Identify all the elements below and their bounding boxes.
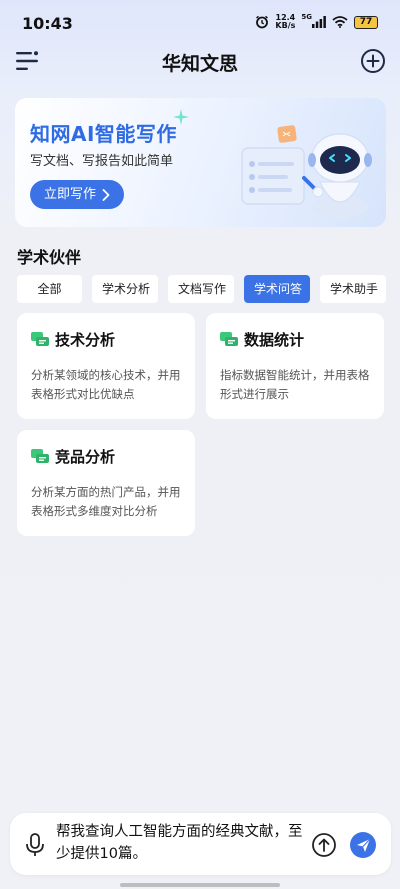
card-data-statistics[interactable]: 数据统计 指标数据智能统计，并用表格形式进行展示: [206, 313, 384, 419]
card-description: 指标数据智能统计，并用表格形式进行展示: [220, 368, 370, 401]
app-header: 华知文思: [0, 44, 400, 80]
section-title: 学术伙伴: [17, 248, 82, 267]
home-indicator: [120, 883, 280, 887]
write-now-button[interactable]: 立即写作: [30, 180, 125, 209]
chat-bubbles-icon: [31, 331, 49, 346]
card-description: 分析某方面的热门产品，并用表格形式多维度对比分析: [31, 485, 181, 518]
category-tabs: 全部 学术分析 文档写作 学术问答 学术助手: [17, 275, 386, 303]
network-type: 5G: [301, 13, 312, 21]
card-description: 分析某领域的核心技术，并用表格形式对比优缺点: [31, 368, 181, 401]
status-icons: 12.4 KB/s 5G 77: [255, 13, 378, 30]
chat-bubbles-icon: [220, 331, 238, 346]
card-title: 数据统计: [244, 331, 305, 349]
card-competitor-analysis[interactable]: 竞品分析 分析某方面的热门产品，并用表格形式多维度对比分析: [17, 430, 195, 536]
send-button[interactable]: [350, 832, 376, 858]
sparkle-icon: [173, 109, 189, 125]
tab-academic-assistant[interactable]: 学术助手: [320, 275, 386, 303]
chevron-right-icon: [102, 188, 110, 201]
status-time: 10:43: [22, 14, 73, 33]
battery-indicator: 77: [354, 15, 378, 29]
card-tech-analysis[interactable]: 技术分析 分析某领域的核心技术，并用表格形式对比优缺点: [17, 313, 195, 419]
menu-icon[interactable]: [14, 48, 40, 74]
robot-illustration-icon: [241, 125, 372, 219]
status-bar: 10:43 12.4 KB/s 5G 77: [0, 0, 400, 44]
ai-writing-banner[interactable]: 知网AI智能写作 写文档、写报告如此简单 立即写作: [15, 98, 386, 227]
tab-academic-analysis[interactable]: 学术分析: [92, 275, 158, 303]
arrow-up-circle-icon[interactable]: [311, 832, 337, 858]
tab-all[interactable]: 全部: [17, 275, 82, 303]
net-speed: 12.4 KB/s: [275, 13, 296, 30]
banner-subtitle: 写文档、写报告如此简单: [30, 154, 174, 169]
tab-academic-qa[interactable]: 学术问答: [244, 275, 310, 303]
send-icon: [356, 838, 370, 852]
tab-document-writing[interactable]: 文档写作: [168, 275, 234, 303]
alarm-icon: [256, 15, 269, 29]
microphone-icon[interactable]: [24, 832, 46, 858]
signal-icon: [312, 16, 326, 28]
chat-bubbles-icon: [31, 448, 49, 463]
page-title: 华知文思: [161, 53, 238, 75]
plus-circle-icon[interactable]: [360, 48, 386, 74]
write-now-label: 立即写作: [44, 187, 97, 202]
wifi-icon: [332, 16, 348, 28]
card-title: 技术分析: [55, 331, 116, 349]
banner-title: 知网AI智能写作: [30, 122, 177, 146]
chat-input-bar: 帮我查询人工智能方面的经典文献，至少提供10篇。: [10, 813, 391, 875]
chat-input[interactable]: 帮我查询人工智能方面的经典文献，至少提供10篇。: [56, 821, 304, 865]
card-title: 竞品分析: [55, 448, 116, 466]
